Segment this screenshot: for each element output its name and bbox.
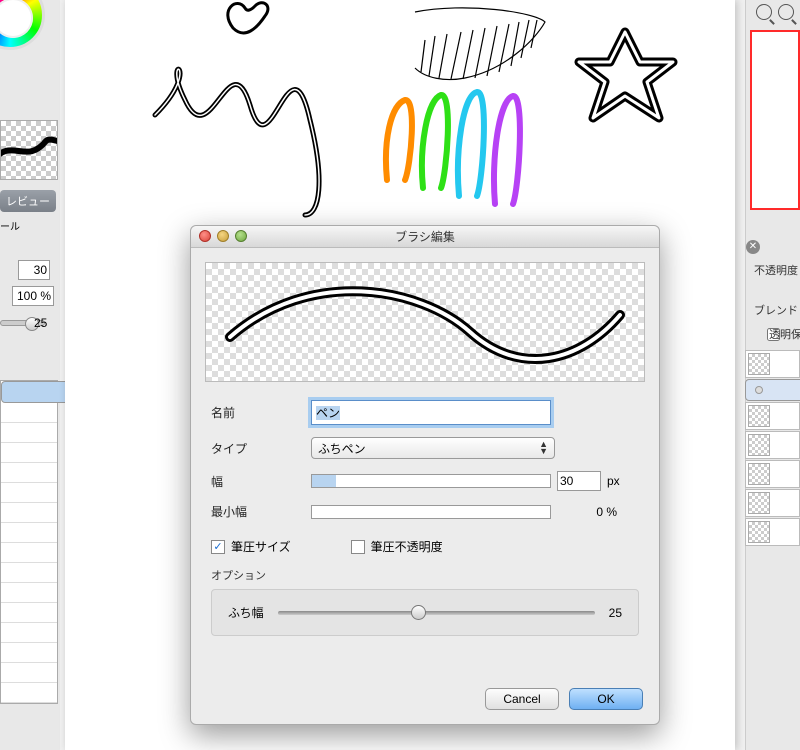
- name-label: 名前: [211, 404, 311, 421]
- edge-width-value: 25: [609, 606, 622, 620]
- left-tool-panel: レビュー ール 25: [0, 0, 60, 750]
- brush-preview: [205, 262, 645, 382]
- edge-width-slider[interactable]: [278, 611, 595, 615]
- edge-width-label: ふち幅: [228, 604, 264, 621]
- list-item[interactable]: [1, 523, 57, 543]
- minwidth-value: 0 %: [557, 505, 617, 519]
- review-tab[interactable]: レビュー: [0, 190, 56, 212]
- blend-label: ブレンド: [754, 302, 798, 318]
- list-item[interactable]: [1, 443, 57, 463]
- sub-label: ール: [0, 218, 20, 233]
- list-item[interactable]: [1, 503, 57, 523]
- zoom-out-icon[interactable]: [778, 4, 794, 20]
- option-box: ふち幅 25: [211, 589, 639, 636]
- pressure-size-checkbox[interactable]: ✓ 筆圧サイズ: [211, 538, 291, 555]
- list-item[interactable]: [1, 583, 57, 603]
- brush-edit-dialog: ブラシ編集 名前 ペン タイプ ふちペン ▲▼ 幅 30 px 最小幅: [190, 225, 660, 725]
- type-label: タイプ: [211, 440, 311, 457]
- brush-stroke-icon: [0, 131, 58, 171]
- inner-value: 25: [34, 316, 47, 330]
- stroke-preview-icon: [220, 277, 630, 367]
- pressure-opacity-checkbox[interactable]: 筆圧不透明度: [351, 538, 443, 555]
- right-panel: ✕ 不透明度 ブレンド 透明保: [745, 0, 800, 750]
- transparent-label: 透明保: [769, 326, 800, 342]
- layer-row[interactable]: [745, 402, 800, 430]
- list-item[interactable]: [1, 483, 57, 503]
- list-item[interactable]: [1, 463, 57, 483]
- list-item[interactable]: [1, 423, 57, 443]
- opacity-label: 不透明度: [754, 262, 798, 278]
- layer-row[interactable]: [745, 379, 800, 401]
- width-number[interactable]: 30: [557, 471, 601, 491]
- option-label: オプション: [211, 567, 639, 583]
- pressure-opacity-label: 筆圧不透明度: [371, 538, 443, 555]
- chevron-updown-icon: ▲▼: [539, 441, 548, 455]
- list-item[interactable]: [1, 663, 57, 683]
- layer-row[interactable]: [745, 518, 800, 546]
- list-item[interactable]: [1, 563, 57, 583]
- close-icon[interactable]: ✕: [746, 240, 760, 254]
- canvas-artwork: [65, 0, 735, 230]
- width-input[interactable]: [18, 260, 50, 280]
- layer-row[interactable]: [745, 489, 800, 517]
- type-value: ふちペン: [318, 440, 366, 457]
- slider-knob[interactable]: [411, 605, 426, 620]
- layers-panel: [745, 350, 800, 547]
- navigator-view[interactable]: [750, 30, 800, 210]
- list-item[interactable]: [1, 603, 57, 623]
- type-select[interactable]: ふちペン ▲▼: [311, 437, 555, 459]
- layer-row[interactable]: [745, 460, 800, 488]
- width-unit: px: [607, 474, 620, 488]
- opacity-input[interactable]: [12, 286, 54, 306]
- minimize-window-icon[interactable]: [217, 230, 229, 242]
- list-item[interactable]: [1, 643, 57, 663]
- color-wheel[interactable]: [0, 0, 45, 50]
- list-item[interactable]: [1, 623, 57, 643]
- name-input[interactable]: ペン: [311, 400, 551, 425]
- cancel-button[interactable]: Cancel: [485, 688, 559, 710]
- dialog-title: ブラシ編集: [395, 230, 455, 244]
- brush-preview-thumb[interactable]: [0, 120, 58, 180]
- dialog-titlebar[interactable]: ブラシ編集: [191, 226, 659, 248]
- zoom-window-icon[interactable]: [235, 230, 247, 242]
- list-item[interactable]: [1, 683, 57, 703]
- layer-row[interactable]: [745, 350, 800, 378]
- minwidth-slider[interactable]: [311, 505, 551, 519]
- brush-list[interactable]: [0, 380, 58, 704]
- ok-button[interactable]: OK: [569, 688, 643, 710]
- pressure-size-label: 筆圧サイズ: [231, 538, 291, 555]
- close-window-icon[interactable]: [199, 230, 211, 242]
- list-item[interactable]: [1, 403, 57, 423]
- width-slider[interactable]: [311, 474, 551, 488]
- list-item[interactable]: [1, 543, 57, 563]
- width-label: 幅: [211, 473, 311, 490]
- zoom-in-icon[interactable]: [756, 4, 772, 20]
- layer-row[interactable]: [745, 431, 800, 459]
- minwidth-label: 最小幅: [211, 503, 311, 520]
